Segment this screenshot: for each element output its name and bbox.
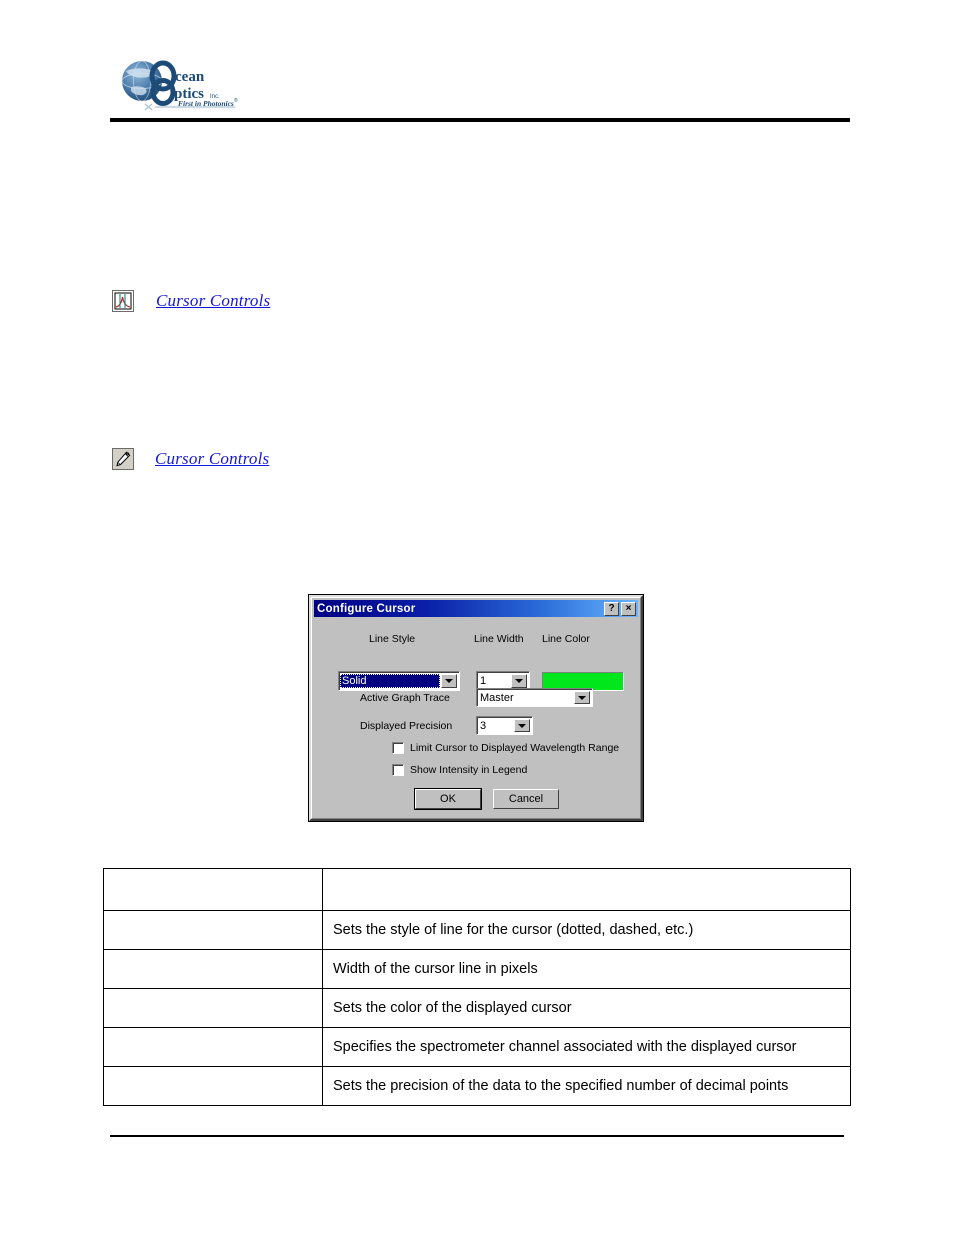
table-header-description (322, 868, 851, 911)
dialog-body: Line Style Line Width Line Color Solid 1 (314, 619, 638, 816)
table-cell-description: Sets the precision of the data to the sp… (322, 1066, 851, 1106)
show-intensity-checkbox-row[interactable]: Show Intensity in Legend (392, 764, 527, 776)
line-style-value: Solid (340, 674, 440, 688)
ok-button[interactable]: OK (414, 788, 482, 810)
configure-cursor-dialog: Configure Cursor ? × Line Style Line Wid… (309, 595, 643, 821)
displayed-precision-label: Displayed Precision (360, 720, 453, 732)
table-header-row (103, 868, 851, 911)
line-style-label: Line Style (369, 633, 416, 645)
line-color-label: Line Color (542, 633, 590, 645)
document-page: cean ptics Inc. First in Photonics ® Cur… (0, 0, 954, 1235)
svg-text:®: ® (234, 97, 238, 104)
chevron-down-icon[interactable] (511, 674, 527, 688)
header-divider (110, 118, 850, 122)
displayed-precision-combobox[interactable]: 3 (476, 716, 533, 735)
cursor-controls-link-row-graph[interactable]: Cursor Controls (112, 288, 270, 314)
close-icon[interactable]: × (621, 601, 636, 616)
table-cell-description: Sets the style of line for the cursor (d… (322, 910, 851, 950)
chevron-down-icon[interactable] (574, 691, 590, 704)
table-cell-name (103, 949, 323, 989)
cursor-controls-link-label[interactable]: Cursor Controls (156, 291, 270, 311)
table-row: Sets the style of line for the cursor (d… (103, 910, 851, 950)
cancel-button[interactable]: Cancel (493, 789, 559, 809)
svg-text:cean: cean (175, 69, 205, 85)
line-width-label: Line Width (474, 633, 524, 645)
cursor-controls-link-row-tool[interactable]: Cursor Controls (112, 446, 269, 472)
dialog-titlebar[interactable]: Configure Cursor ? × (314, 600, 638, 617)
page-header: cean ptics Inc. First in Photonics ® (110, 57, 850, 127)
ocean-optics-logo: cean ptics Inc. First in Photonics ® (115, 57, 240, 115)
active-graph-trace-combobox[interactable]: Master (476, 688, 593, 707)
table-row: Sets the color of the displayed cursor (103, 988, 851, 1028)
table-cell-name (103, 988, 323, 1028)
dialog-inner-frame: Configure Cursor ? × Line Style Line Wid… (311, 597, 641, 819)
show-intensity-label: Show Intensity in Legend (410, 764, 528, 776)
chevron-down-icon[interactable] (441, 674, 457, 688)
displayed-precision-value: 3 (480, 719, 487, 732)
table-cell-name (103, 1066, 323, 1106)
table-cell-description: Specifies the spectrometer channel assoc… (322, 1027, 851, 1067)
table-row: Specifies the spectrometer channel assoc… (103, 1027, 851, 1067)
dialog-title: Configure Cursor (317, 602, 416, 615)
table-cell-description: Width of the cursor line in pixels (322, 949, 851, 989)
cursor-settings-table: Sets the style of line for the cursor (d… (103, 868, 851, 1106)
table-header-name (103, 868, 323, 911)
help-button[interactable]: ? (604, 601, 619, 616)
table-cell-name (103, 910, 323, 950)
show-intensity-checkbox[interactable] (392, 764, 404, 776)
chevron-down-icon[interactable] (514, 719, 530, 732)
limit-cursor-checkbox[interactable] (392, 742, 404, 754)
wrench-tool-icon (112, 448, 134, 470)
svg-text:First in Photonics: First in Photonics (178, 99, 234, 108)
limit-cursor-checkbox-row[interactable]: Limit Cursor to Displayed Wavelength Ran… (392, 742, 619, 754)
table-row: Width of the cursor line in pixels (103, 949, 851, 989)
spectrum-graph-icon (112, 290, 134, 312)
table-cell-name (103, 1027, 323, 1067)
active-graph-trace-value: Master (480, 691, 514, 704)
active-graph-trace-label: Active Graph Trace (360, 692, 450, 704)
limit-cursor-label: Limit Cursor to Displayed Wavelength Ran… (410, 742, 620, 754)
line-style-combobox[interactable]: Solid (338, 671, 460, 691)
table-row: Sets the precision of the data to the sp… (103, 1066, 851, 1106)
table-body: Sets the style of line for the cursor (d… (103, 868, 851, 1106)
cursor-controls-link-label[interactable]: Cursor Controls (155, 449, 269, 469)
footer-divider (110, 1135, 844, 1137)
table-cell-description: Sets the color of the displayed cursor (322, 988, 851, 1028)
